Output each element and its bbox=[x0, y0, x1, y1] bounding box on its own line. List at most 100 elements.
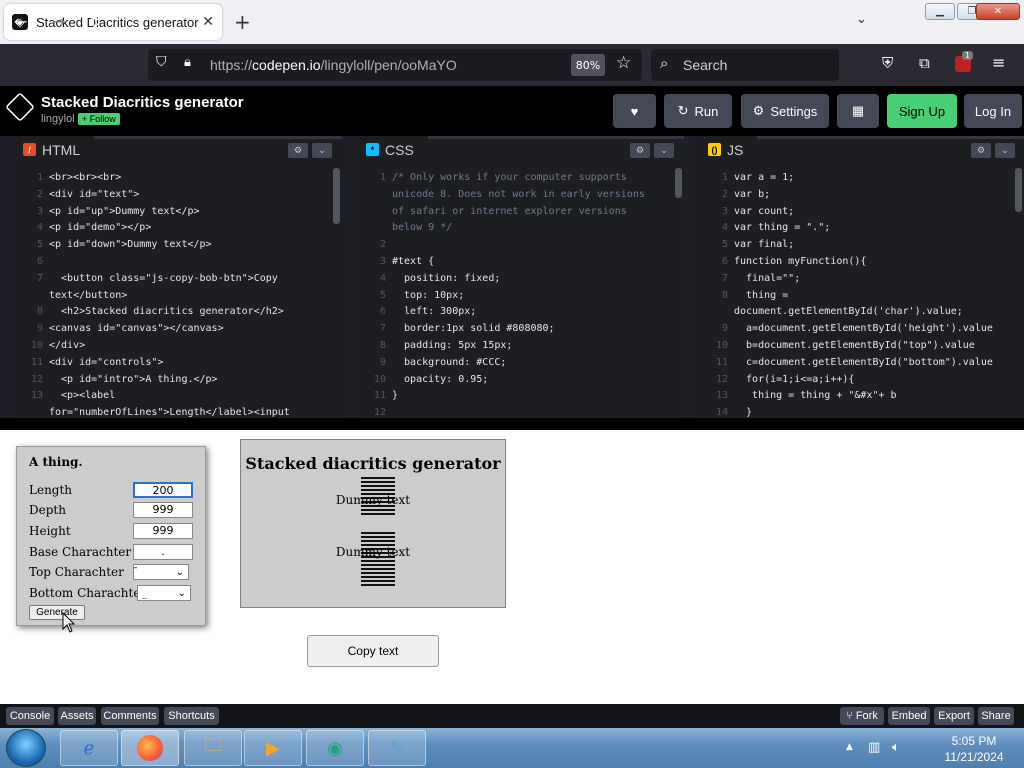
sign-up-button[interactable]: Sign Up bbox=[887, 94, 957, 128]
network-icon[interactable]: ▥ bbox=[868, 740, 880, 755]
top-character-select[interactable]: ̄⌄ bbox=[133, 564, 189, 580]
code-line[interactable]: 8 thing = bbox=[698, 288, 1024, 305]
editor-resize-bar[interactable] bbox=[0, 418, 1024, 430]
search-input[interactable]: Search bbox=[683, 57, 727, 73]
html-editor-scrollbar[interactable] bbox=[333, 168, 340, 224]
code-line[interactable]: 9 <canvas id="canvas"></canvas> bbox=[13, 321, 342, 338]
pen-author[interactable]: lingylol bbox=[41, 113, 75, 125]
code-line[interactable]: 11 c=document.getElementById("bottom").v… bbox=[698, 355, 1024, 372]
url-text[interactable]: https://codepen.io/lingyloll/pen/ooMaYO bbox=[210, 57, 457, 73]
code-line[interactable]: 7 final=""; bbox=[698, 271, 1024, 288]
settings-button[interactable]: ⚙ Settings bbox=[741, 94, 829, 128]
code-line[interactable]: for="numberOfLines">Length</label><input bbox=[13, 405, 342, 418]
code-line[interactable]: 12 for(i=1;i<=a;i++){ bbox=[698, 372, 1024, 389]
css-editor[interactable]: * CSS ⚙ ⌄ 1 /* Only works if your compute… bbox=[356, 136, 684, 418]
code-line[interactable]: 4 <p id="demo"></p> bbox=[13, 220, 342, 237]
firefox-icon[interactable] bbox=[121, 730, 179, 766]
code-line[interactable]: 6 left: 300px; bbox=[356, 304, 684, 321]
chevron-down-icon[interactable]: ⌄ bbox=[856, 12, 867, 27]
code-line[interactable]: 12 <p id="intro">A thing.</p> bbox=[13, 372, 342, 389]
hamburger-menu-icon[interactable]: ≡ bbox=[992, 53, 1005, 72]
embed-button[interactable]: Embed bbox=[888, 707, 930, 725]
code-line[interactable]: 9 background: #CCC; bbox=[356, 355, 684, 372]
forward-icon[interactable]: → bbox=[52, 12, 65, 31]
code-line[interactable]: 6 bbox=[13, 254, 342, 271]
code-line[interactable]: 4 var thing = "."; bbox=[698, 220, 1024, 237]
code-line[interactable]: 1 <br><br><br> bbox=[13, 170, 342, 187]
fork-button[interactable]: ⑂ Fork bbox=[840, 707, 884, 725]
chevron-down-icon[interactable]: ⌄ bbox=[995, 143, 1015, 158]
pen-title[interactable]: Stacked Diacritics generator bbox=[41, 94, 244, 111]
js-code[interactable]: 1 var a = 1; 2 var b; 3 var count; 4 var thing … bbox=[698, 170, 1024, 418]
html-editor-tab[interactable]: / HTML bbox=[13, 136, 95, 163]
close-tab-icon[interactable]: ✕ bbox=[202, 14, 214, 30]
gear-icon[interactable]: ⚙ bbox=[971, 143, 991, 158]
code-line[interactable]: 2 bbox=[356, 237, 684, 254]
code-line[interactable]: 7 <button class="js-copy-bob-btn">Copy bbox=[13, 271, 342, 288]
log-in-button[interactable]: Log In bbox=[964, 94, 1022, 128]
js-editor[interactable]: () JS ⚙ ⌄ 1 var a = 1; 2 var b; 3 var count; 4… bbox=[698, 136, 1024, 418]
css-editor-scrollbar[interactable] bbox=[675, 168, 682, 198]
code-line[interactable]: 11} bbox=[356, 388, 684, 405]
code-line[interactable]: 11 <div id="controls"> bbox=[13, 355, 342, 372]
copy-text-button[interactable]: Copy text bbox=[307, 635, 439, 667]
media-player-icon[interactable]: ▶ bbox=[244, 730, 302, 766]
gear-icon[interactable]: ⚙ bbox=[288, 143, 308, 158]
window-close-button[interactable]: ✕ bbox=[976, 3, 1020, 20]
code-line[interactable]: 3 var count; bbox=[698, 204, 1024, 221]
code-line[interactable]: 2 var b; bbox=[698, 187, 1024, 204]
code-line[interactable]: text</button> bbox=[13, 288, 342, 305]
code-line[interactable]: 5 top: 10px; bbox=[356, 288, 684, 305]
length-input[interactable]: 200 bbox=[133, 482, 193, 498]
code-line[interactable]: 8 <h2>Stacked diacritics generator</h2> bbox=[13, 304, 342, 321]
browser-tab[interactable]: ◈ Stacked Diacritics generator ✕ bbox=[4, 4, 222, 40]
start-button[interactable] bbox=[6, 729, 46, 767]
code-line[interactable]: 3 #text { bbox=[356, 254, 684, 271]
run-button[interactable]: ↻ Run bbox=[664, 94, 732, 128]
code-line[interactable]: 1 var a = 1; bbox=[698, 170, 1024, 187]
chevron-down-icon[interactable]: ⌄ bbox=[312, 143, 332, 158]
file-explorer-icon[interactable]: 🗀 bbox=[184, 730, 242, 766]
comments-button[interactable]: Comments bbox=[101, 707, 159, 725]
code-line[interactable]: 8 padding: 5px 15px; bbox=[356, 338, 684, 355]
assets-button[interactable]: Assets bbox=[58, 707, 96, 725]
code-line[interactable]: 12 bbox=[356, 405, 684, 418]
base-character-input[interactable]: . bbox=[133, 544, 193, 560]
html-editor[interactable]: / HTML ⚙ ⌄ 1 <br><br><br> 2 <div id="text">… bbox=[13, 136, 342, 418]
code-line[interactable]: 9 a=document.getElementById('height').va… bbox=[698, 321, 1024, 338]
chevron-down-icon[interactable]: ⌄ bbox=[654, 143, 674, 158]
code-line[interactable]: 2 <div id="text"> bbox=[13, 187, 342, 204]
pocket-icon[interactable]: ⛨ bbox=[882, 54, 893, 72]
code-line[interactable]: of safari or internet explorer versions bbox=[356, 204, 684, 221]
js-editor-tab[interactable]: () JS bbox=[698, 136, 758, 163]
system-clock[interactable]: 5:05 PM 11/21/2024 bbox=[934, 733, 1014, 765]
code-line[interactable]: 7 border:1px solid #808080; bbox=[356, 321, 684, 338]
new-tab-icon[interactable]: + bbox=[234, 10, 251, 34]
css-code[interactable]: 1 /* Only works if your computer supports… bbox=[356, 170, 684, 418]
bottom-character-select[interactable]: _ ⌄ bbox=[137, 585, 191, 601]
code-line[interactable]: 1 /* Only works if your computer supports bbox=[356, 170, 684, 187]
code-line[interactable]: 5 var final; bbox=[698, 237, 1024, 254]
back-icon[interactable]: ← bbox=[14, 12, 27, 31]
gear-icon[interactable]: ⚙ bbox=[630, 143, 650, 158]
code-line[interactable]: 10 opacity: 0.95; bbox=[356, 372, 684, 389]
height-input[interactable]: 999 bbox=[133, 523, 193, 539]
code-line[interactable]: 10 b=document.getElementById("top").valu… bbox=[698, 338, 1024, 355]
code-line[interactable]: document.getElementById('char').value; bbox=[698, 304, 1024, 321]
shield-icon[interactable]: ⛉ bbox=[156, 54, 167, 70]
shortcuts-button[interactable]: Shortcuts bbox=[164, 707, 219, 725]
js-editor-scrollbar[interactable] bbox=[1015, 168, 1022, 212]
code-line[interactable]: 3 <p id="up">Dummy text</p> bbox=[13, 204, 342, 221]
code-line[interactable]: 5 <p id="down">Dummy text</p> bbox=[13, 237, 342, 254]
depth-input[interactable]: 999 bbox=[133, 502, 193, 518]
show-hidden-icons-icon[interactable]: ▲ bbox=[846, 742, 853, 752]
bookmark-star-icon[interactable]: ☆ bbox=[616, 53, 631, 73]
code-line[interactable]: 6 function myFunction(){ bbox=[698, 254, 1024, 271]
console-button[interactable]: Console bbox=[6, 707, 54, 725]
internet-explorer-icon[interactable]: ℯ bbox=[60, 730, 118, 766]
volume-muted-icon[interactable]: 🔈︎ bbox=[892, 740, 900, 755]
css-editor-tab[interactable]: * CSS bbox=[356, 136, 428, 163]
code-line[interactable]: below 9 */ bbox=[356, 220, 684, 237]
generate-button[interactable]: Generate bbox=[29, 605, 85, 620]
lock-icon[interactable]: 🔒︎ bbox=[184, 55, 191, 70]
